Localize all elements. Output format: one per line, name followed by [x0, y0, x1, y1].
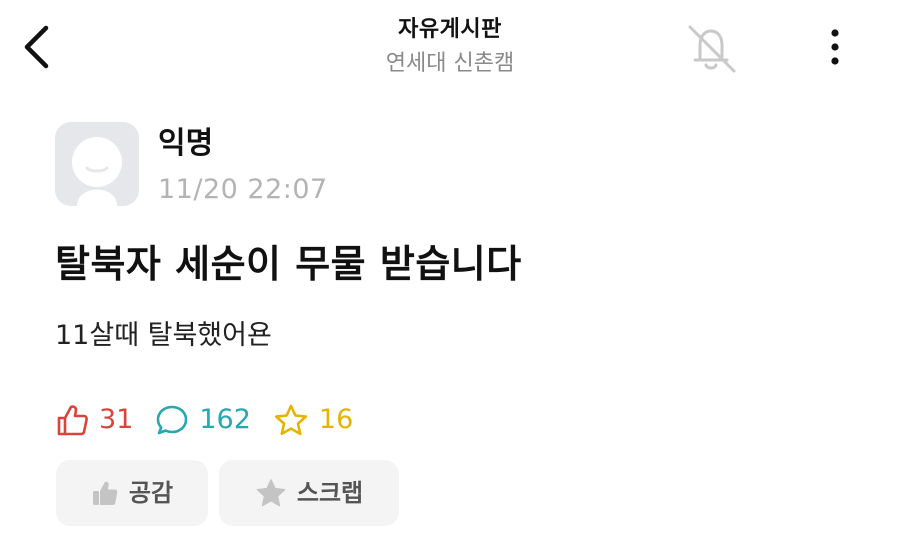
scrap-count-value: 16: [318, 404, 354, 435]
board-title: 자유게시판: [398, 17, 502, 42]
scrap-count: 16: [273, 400, 353, 440]
avatar: [55, 122, 139, 206]
like-button[interactable]: 공감: [56, 460, 208, 526]
like-count-value: 31: [99, 404, 134, 435]
author-name: 익명: [158, 126, 214, 161]
board-header: 자유게시판 연세대 신촌캠: [250, 14, 650, 80]
like-button-label: 공감: [128, 479, 174, 507]
scrap-button[interactable]: 스크랩: [219, 460, 399, 526]
board-subtitle: 연세대 신촌캠: [385, 51, 515, 76]
back-button[interactable]: [14, 20, 58, 74]
more-vertical-icon: [831, 29, 839, 65]
post-body: 11살때 탈북했어욘: [55, 320, 272, 351]
thumbs-up-icon: [57, 405, 88, 436]
like-count: 31: [55, 400, 133, 440]
bell-off-icon: [688, 25, 736, 73]
chevron-left-icon: [24, 25, 49, 69]
anonymous-user-icon: [72, 137, 122, 206]
post-stats: 31 162 16: [55, 398, 375, 442]
comment-bubble-icon: [157, 405, 188, 435]
post-title: 탈북자 세순이 무물 받습니다: [55, 242, 522, 286]
thumbs-up-filled-icon: [92, 481, 118, 505]
comment-count-value: 162: [199, 404, 251, 435]
scrap-button-label: 스크랩: [296, 479, 364, 507]
notification-toggle-button[interactable]: [680, 18, 742, 78]
more-options-button[interactable]: [815, 22, 855, 72]
comment-count: 162: [155, 400, 251, 440]
star-icon: [274, 404, 308, 436]
star-filled-icon: [256, 479, 286, 507]
post-timestamp: 11/20 22:07: [158, 174, 328, 205]
top-bar: 자유게시판 연세대 신촌캠: [0, 0, 900, 95]
